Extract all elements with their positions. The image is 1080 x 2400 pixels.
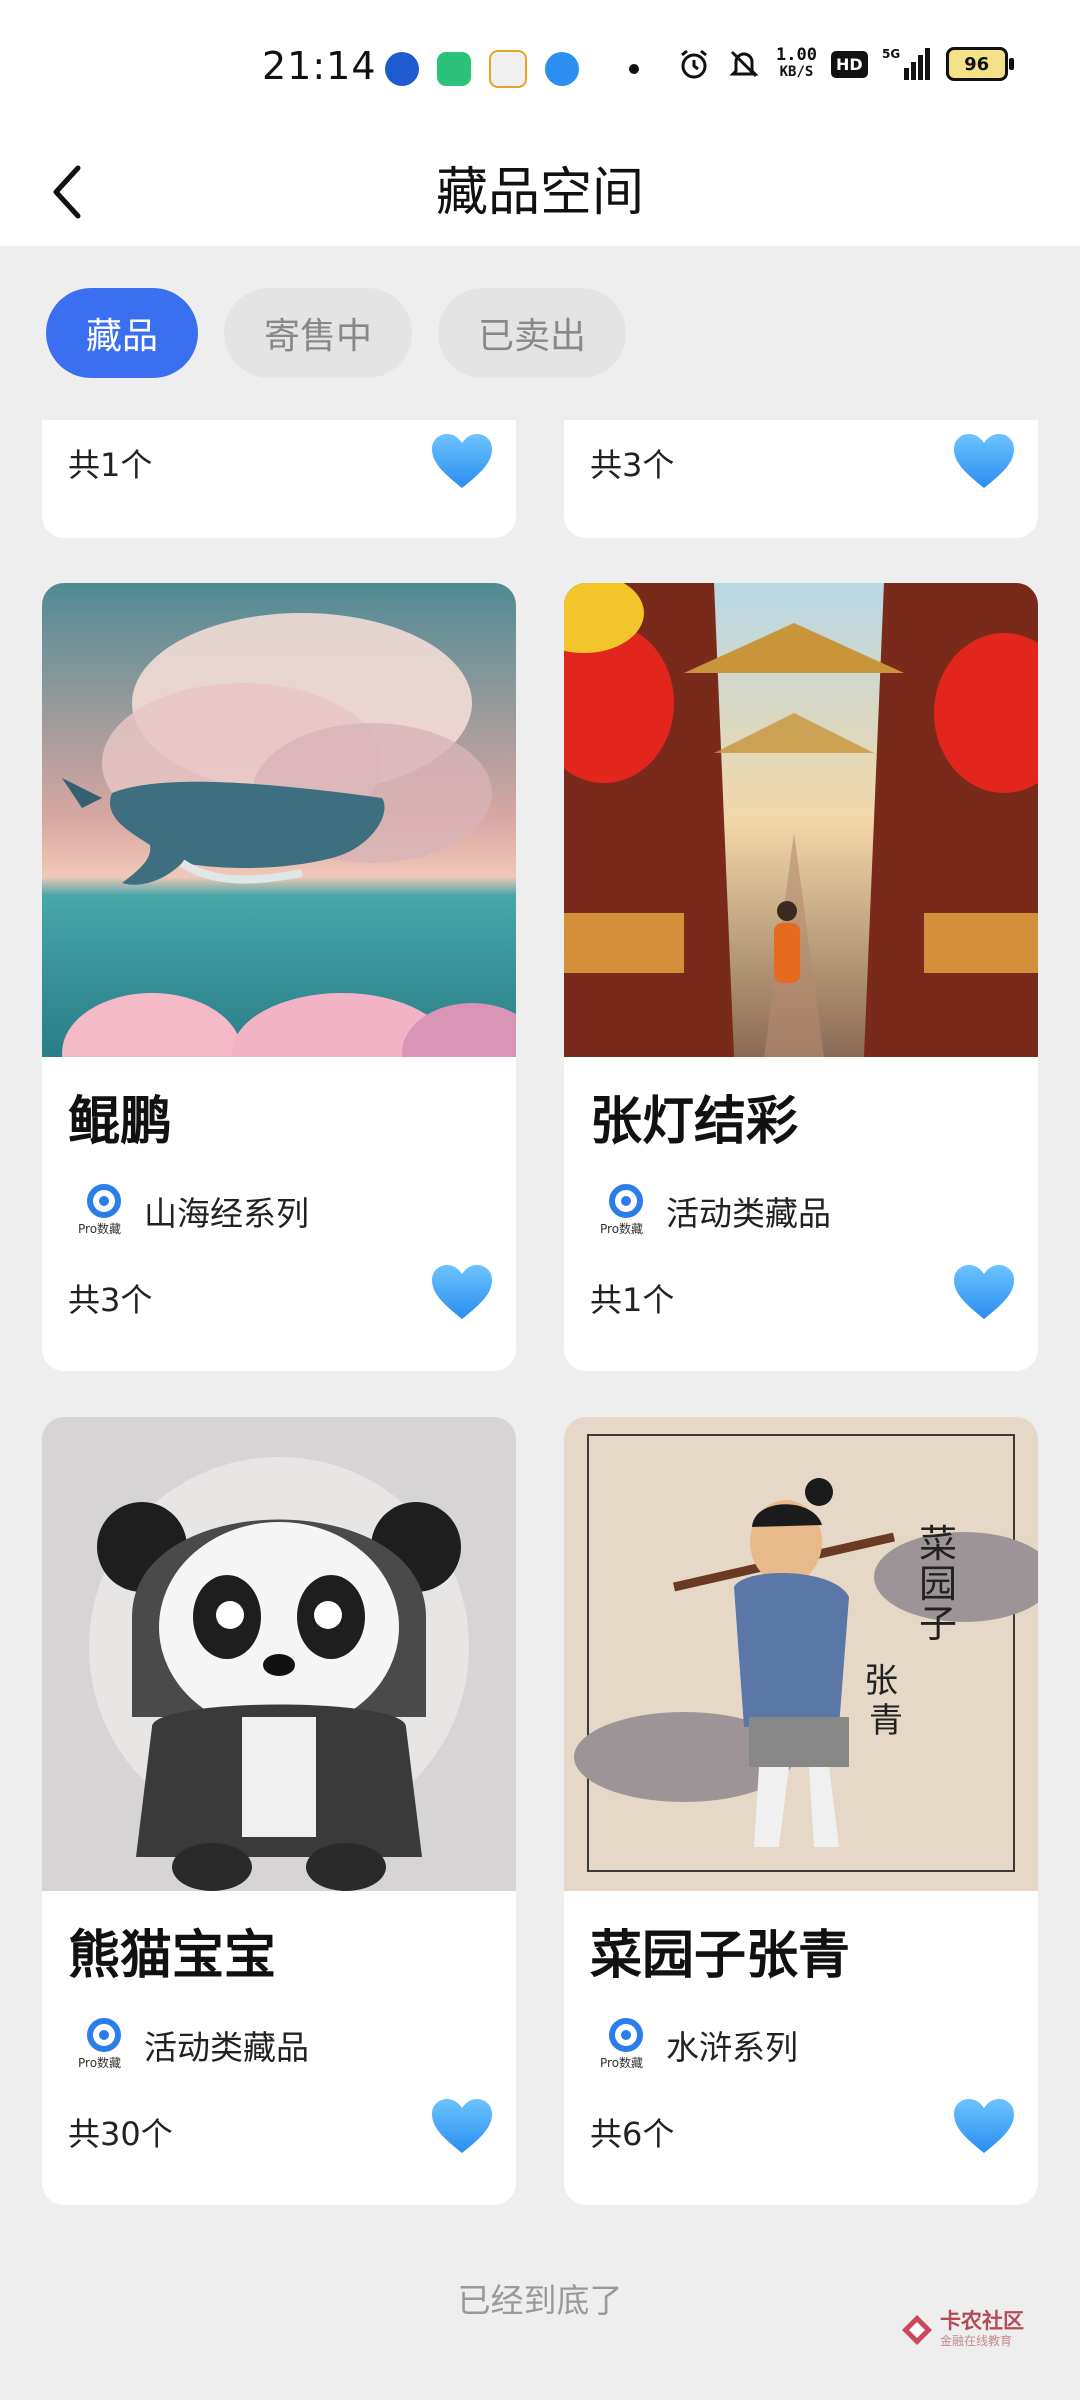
card-count: 共3个 bbox=[68, 1281, 153, 1319]
tab-consigning[interactable]: 寄售中 bbox=[224, 288, 413, 378]
card-title: 熊猫宝宝 bbox=[68, 1926, 277, 1986]
pro-collection-logo-icon: Pro数藏 bbox=[600, 1184, 643, 1236]
pro-collection-logo-icon: Pro数藏 bbox=[600, 2018, 643, 2070]
status-indicators: 1.00 KB/S HD 5G 96 bbox=[676, 46, 1014, 82]
shop-icon bbox=[437, 52, 471, 86]
lantern-street-artwork bbox=[564, 583, 1038, 1057]
svg-text:园: 园 bbox=[919, 1562, 957, 1606]
pro-collection-logo-icon: Pro数藏 bbox=[78, 2018, 121, 2070]
collection-card-partial-2[interactable]: 共3个 bbox=[564, 420, 1038, 538]
hd-badge: HD bbox=[830, 50, 868, 78]
browser-icon bbox=[545, 52, 579, 86]
heart-icon[interactable] bbox=[952, 1263, 1016, 1321]
collection-card-kunpeng[interactable]: 鲲鹏 Pro数藏 山海经系列 共3个 bbox=[42, 583, 516, 1371]
status-app-icons bbox=[385, 50, 639, 88]
bank-icon bbox=[385, 52, 419, 86]
card-title: 张灯结彩 bbox=[590, 1092, 799, 1152]
notification-dot-icon bbox=[629, 64, 639, 74]
page-title: 藏品空间 bbox=[435, 163, 644, 223]
heart-icon[interactable] bbox=[430, 432, 494, 490]
mute-icon bbox=[726, 46, 762, 82]
card-title: 鲲鹏 bbox=[68, 1092, 173, 1152]
card-count: 共6个 bbox=[590, 2115, 675, 2153]
card-series: 水浒系列 bbox=[666, 2028, 798, 2067]
card-count: 共3个 bbox=[590, 446, 675, 484]
signal-icon: 5G bbox=[882, 46, 932, 82]
status-bar: 21:14 1.00 KB/S HD 5G 96 bbox=[0, 0, 1080, 140]
card-series: 活动类藏品 bbox=[144, 2028, 309, 2067]
tab-sold[interactable]: 已卖出 bbox=[438, 288, 627, 378]
tab-collections[interactable]: 藏品 bbox=[46, 288, 199, 378]
brand-name: Pro数藏 bbox=[78, 1221, 121, 1236]
heart-icon[interactable] bbox=[952, 432, 1016, 490]
heart-icon[interactable] bbox=[430, 1263, 494, 1321]
brand-name: Pro数藏 bbox=[78, 2055, 121, 2070]
brand-name: Pro数藏 bbox=[600, 1221, 643, 1236]
card-count: 共30个 bbox=[68, 2115, 173, 2153]
svg-text:5G: 5G bbox=[882, 47, 900, 61]
card-series: 活动类藏品 bbox=[666, 1194, 831, 1233]
network-speed: 1.00 KB/S bbox=[776, 47, 817, 81]
svg-text:菜: 菜 bbox=[919, 1522, 957, 1566]
heart-icon[interactable] bbox=[952, 2097, 1016, 2155]
collection-card-partial-1[interactable]: 共1个 bbox=[42, 420, 516, 538]
card-count: 共1个 bbox=[590, 1281, 675, 1319]
card-count: 共1个 bbox=[68, 446, 153, 484]
card-title: 菜园子张青 bbox=[590, 1926, 851, 1986]
svg-text:青: 青 bbox=[869, 1701, 903, 1741]
network-speed-unit: KB/S bbox=[779, 64, 814, 80]
battery-level: 96 bbox=[964, 53, 990, 75]
status-time: 21:14 bbox=[262, 44, 377, 88]
panda-hoodie-artwork bbox=[42, 1417, 516, 1891]
collection-card-zhangqing[interactable]: 菜 园 子 张 青 菜园子张青 Pro数藏 水浒系列 共6个 bbox=[564, 1417, 1038, 2205]
collection-card-lanterns[interactable]: 张灯结彩 Pro数藏 活动类藏品 共1个 bbox=[564, 583, 1038, 1371]
battery-icon: 96 bbox=[945, 47, 1014, 81]
navigation-bar: 藏品空间 bbox=[0, 140, 1080, 246]
svg-text:张: 张 bbox=[864, 1661, 898, 1701]
pro-collection-logo-icon: Pro数藏 bbox=[78, 1184, 121, 1236]
farmer-zhangqing-artwork: 菜 园 子 张 青 bbox=[564, 1417, 1038, 1891]
tab-bar: 藏品 寄售中 已卖出 bbox=[46, 288, 627, 378]
kanong-logo-icon bbox=[902, 2314, 932, 2345]
svg-text:子: 子 bbox=[919, 1602, 957, 1646]
network-speed-value: 1.00 bbox=[776, 45, 817, 65]
mall-icon bbox=[489, 50, 527, 88]
card-series: 山海经系列 bbox=[144, 1194, 309, 1233]
watermark: 卡农社区 金融在线教育 bbox=[900, 2310, 1024, 2349]
alarm-icon bbox=[676, 46, 712, 82]
watermark-tagline: 金融在线教育 bbox=[940, 2334, 1013, 2348]
heart-icon[interactable] bbox=[430, 2097, 494, 2155]
watermark-name: 卡农社区 bbox=[940, 2309, 1024, 2333]
collection-card-panda[interactable]: 熊猫宝宝 Pro数藏 活动类藏品 共30个 bbox=[42, 1417, 516, 2205]
whale-cloud-artwork bbox=[42, 583, 516, 1057]
brand-name: Pro数藏 bbox=[600, 2055, 643, 2070]
